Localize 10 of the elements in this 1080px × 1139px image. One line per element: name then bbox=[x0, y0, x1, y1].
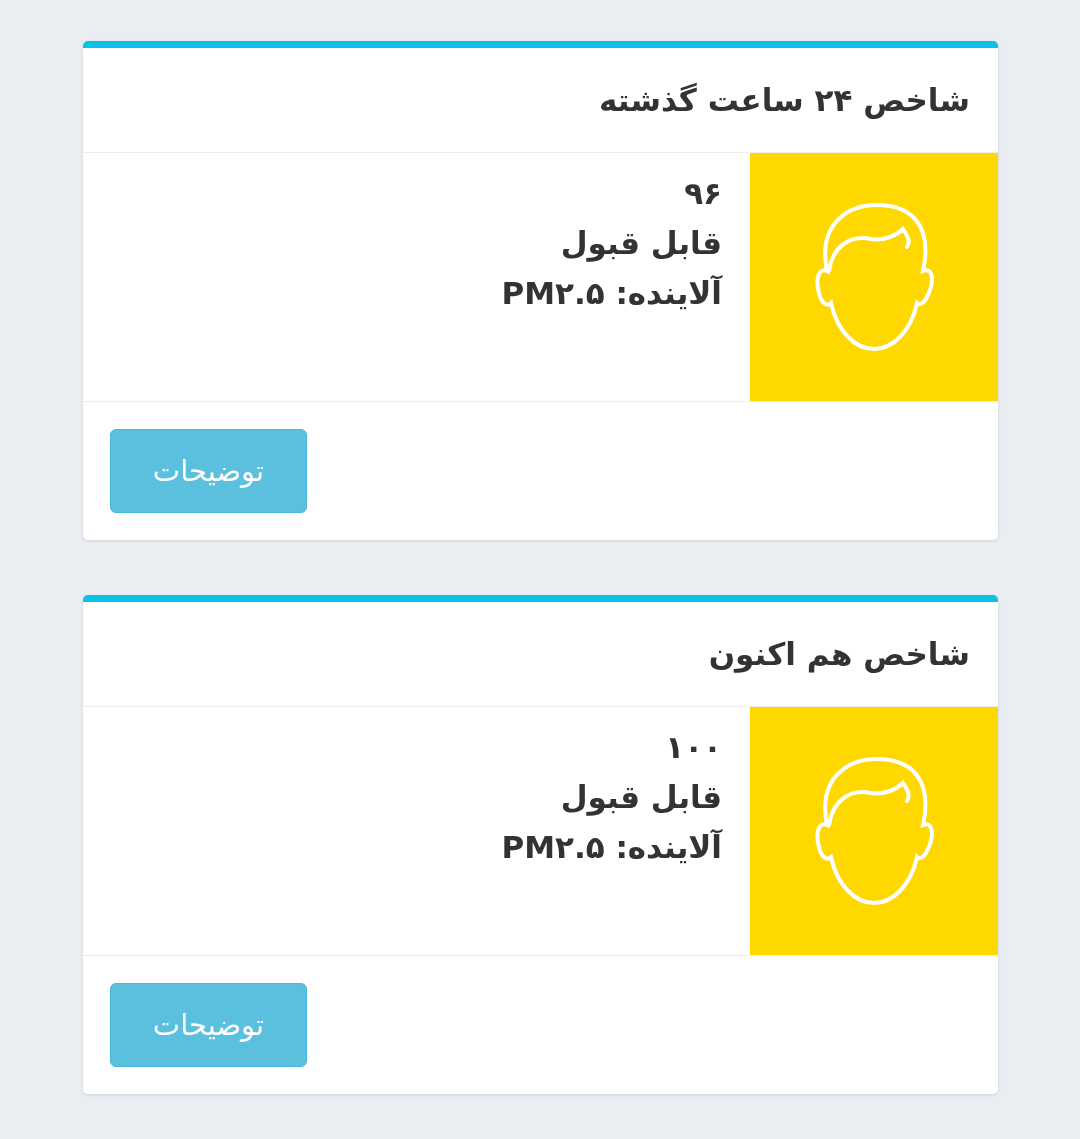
pollutant-text: آلاینده: PM۲.۵ bbox=[501, 274, 722, 313]
status-text: قابل قبول bbox=[560, 778, 722, 818]
aqi-value: ۹۶ bbox=[684, 174, 722, 213]
card-title: شاخص ۲۴ ساعت گذشته bbox=[599, 82, 970, 118]
card-title: شاخص هم اکنون bbox=[708, 636, 970, 672]
pollutant-text: آلاینده: PM۲.۵ bbox=[501, 828, 722, 867]
status-text: قابل قبول bbox=[560, 224, 722, 264]
details-button[interactable]: توضیحات bbox=[110, 429, 307, 513]
details-button[interactable]: توضیحات bbox=[110, 983, 307, 1067]
aqi-value: ۱۰۰ bbox=[665, 728, 722, 767]
